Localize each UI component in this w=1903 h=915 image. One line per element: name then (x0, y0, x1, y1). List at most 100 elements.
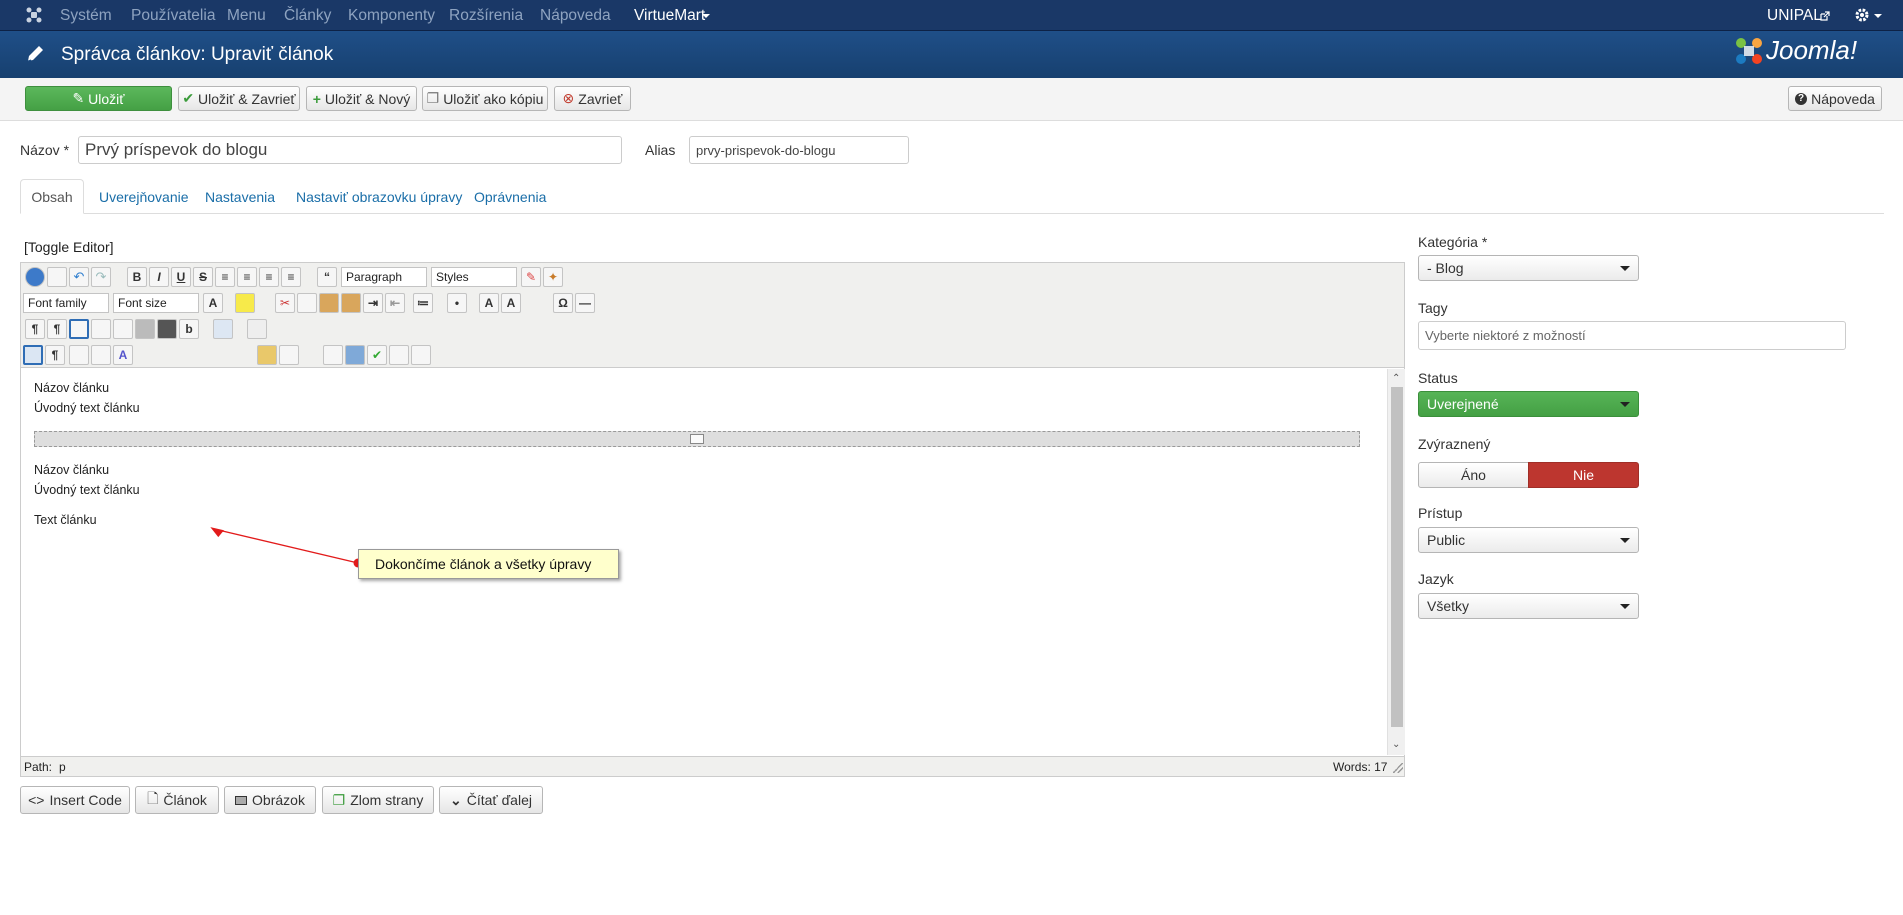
copy-icon[interactable] (297, 293, 317, 313)
menu-help[interactable]: Nápoveda (540, 7, 611, 25)
font-family-select[interactable]: Font family (23, 293, 109, 313)
editor-scrollbar[interactable]: ⌃ ⌄ (1387, 369, 1405, 755)
blockquote-icon[interactable]: “ (317, 267, 337, 287)
align-center-icon[interactable]: ≡ (237, 267, 257, 287)
styles-icon[interactable]: A (113, 345, 133, 365)
menu-virtuemart[interactable]: VirtueMart (634, 7, 705, 25)
joomla-menu-icon[interactable] (25, 6, 43, 24)
insert-date-icon[interactable] (257, 345, 277, 365)
menu-extensions[interactable]: Rozšírenia (449, 7, 523, 25)
horizontal-rule-icon[interactable]: — (575, 293, 595, 313)
check-icon: ✔ (182, 90, 195, 106)
readmore-icon[interactable] (411, 345, 431, 365)
highlight-color-icon[interactable] (235, 293, 255, 313)
featured-yes-button[interactable]: Áno (1418, 462, 1529, 488)
anchor-icon[interactable] (279, 345, 299, 365)
image-button[interactable]: Obrázok (224, 786, 316, 814)
styles-select[interactable]: Styles (431, 267, 517, 287)
insert-code-button[interactable]: <> Insert Code (20, 786, 130, 814)
show-blocks-icon[interactable]: ¶ (45, 345, 65, 365)
new-document-icon[interactable] (47, 267, 67, 287)
insert-table-icon[interactable] (213, 319, 233, 339)
rtl-icon[interactable]: ¶ (47, 319, 67, 339)
readmore-button[interactable]: ⌄ Čítať ďalej (439, 786, 543, 814)
menu-articles[interactable]: Články (284, 7, 331, 25)
access-select[interactable]: Public (1418, 527, 1639, 553)
save-close-button[interactable]: ✔ Uložiť & Zavrieť (178, 86, 300, 111)
menu-system[interactable]: Systém (60, 7, 112, 25)
visual-aid-icon[interactable] (23, 345, 43, 365)
bullet-list-icon[interactable]: • (447, 293, 467, 313)
tab-permissions[interactable]: Oprávnenia (474, 179, 546, 214)
link-icon[interactable] (323, 345, 343, 365)
preview-icon[interactable] (91, 319, 111, 339)
article-button[interactable]: 🗋 Článok (135, 786, 219, 814)
category-select[interactable]: - Blog (1418, 255, 1639, 281)
tab-configure-edit-screen[interactable]: Nastaviť obrazovku úpravy (296, 179, 462, 214)
bold-icon[interactable]: B (127, 267, 147, 287)
tab-content[interactable]: Obsah (20, 179, 84, 214)
underline-icon[interactable]: U (171, 267, 191, 287)
text-color-icon[interactable]: A (203, 293, 223, 313)
strikethrough-icon[interactable]: S (193, 267, 213, 287)
language-label: Jazyk (1418, 571, 1454, 587)
save-new-button[interactable]: + Uložiť & Nový (306, 86, 417, 111)
cleanup-icon[interactable]: ✦ (543, 267, 563, 287)
align-right-icon[interactable]: ≡ (281, 267, 301, 287)
tab-publishing[interactable]: Uverejňovanie (99, 179, 189, 214)
help-icon[interactable] (25, 267, 45, 287)
title-input[interactable]: Prvý príspevok do blogu (78, 136, 622, 164)
find-icon[interactable] (157, 319, 177, 339)
gear-icon[interactable] (1854, 7, 1870, 23)
close-button[interactable]: ⊗ Zavrieť (554, 86, 631, 111)
chevron-up-icon: ⌃ (1392, 373, 1401, 384)
code-icon[interactable] (113, 319, 133, 339)
menu-components[interactable]: Komponenty (348, 7, 435, 25)
paste-text-icon[interactable] (341, 293, 361, 313)
tab-options[interactable]: Nastavenia (205, 179, 275, 214)
subscript-icon[interactable]: A (479, 293, 499, 313)
image-icon[interactable] (91, 345, 111, 365)
outdent-icon[interactable]: ⇤ (385, 293, 405, 313)
indent-icon[interactable]: ⇥ (363, 293, 383, 313)
fullscreen-icon[interactable] (69, 319, 89, 339)
format-select[interactable]: Paragraph (341, 267, 427, 287)
undo-icon[interactable]: ↶ (69, 267, 89, 287)
delete-table-icon[interactable] (247, 319, 267, 339)
insert-image-icon[interactable] (345, 345, 365, 365)
scrollbar-thumb[interactable] (1391, 387, 1403, 727)
justify-icon[interactable]: ≡ (215, 267, 235, 287)
tags-input[interactable]: Vyberte niektoré z možností (1418, 321, 1846, 350)
pagebreak-icon[interactable] (389, 345, 409, 365)
menu-menu[interactable]: Menu (227, 7, 266, 25)
replace-icon[interactable]: b (179, 319, 199, 339)
superscript-icon[interactable]: A (501, 293, 521, 313)
align-left-icon[interactable]: ≡ (259, 267, 279, 287)
spellcheck-icon[interactable]: ✔ (367, 345, 387, 365)
eraser-icon[interactable]: ✎ (521, 267, 541, 287)
redo-icon[interactable]: ↷ (91, 267, 111, 287)
cut-icon[interactable]: ✂ (275, 293, 295, 313)
language-select[interactable]: Všetky (1418, 593, 1639, 619)
font-size-select[interactable]: Font size (113, 293, 199, 313)
toggle-editor-link[interactable]: [Toggle Editor] (24, 239, 114, 255)
alias-input[interactable]: prvy-prispevok-do-blogu (689, 136, 909, 164)
menu-users[interactable]: Používatelia (131, 7, 215, 25)
save-button[interactable]: ✎ Uložiť (25, 86, 172, 111)
status-select[interactable]: Uverejnené (1418, 391, 1639, 417)
help-button[interactable]: ? Nápoveda (1788, 86, 1882, 111)
ltr-icon[interactable]: ¶ (25, 319, 45, 339)
print-icon[interactable] (135, 319, 155, 339)
pagebreak-button[interactable]: ❐ Zlom strany (322, 786, 434, 814)
path-label: Path: (24, 760, 53, 774)
resize-handle-icon[interactable] (1393, 763, 1403, 773)
italic-icon[interactable]: I (149, 267, 169, 287)
special-char-icon[interactable]: Ω (553, 293, 573, 313)
save-copy-button[interactable]: ❐ Uložiť ako kópiu (422, 86, 548, 111)
numbered-list-icon[interactable]: ≔ (413, 293, 433, 313)
featured-no-button[interactable]: Nie (1528, 462, 1639, 488)
template-icon[interactable] (69, 345, 89, 365)
paste-icon[interactable] (319, 293, 339, 313)
path-value[interactable]: p (59, 760, 66, 774)
user-menu[interactable]: UNIPAL (1767, 7, 1822, 25)
